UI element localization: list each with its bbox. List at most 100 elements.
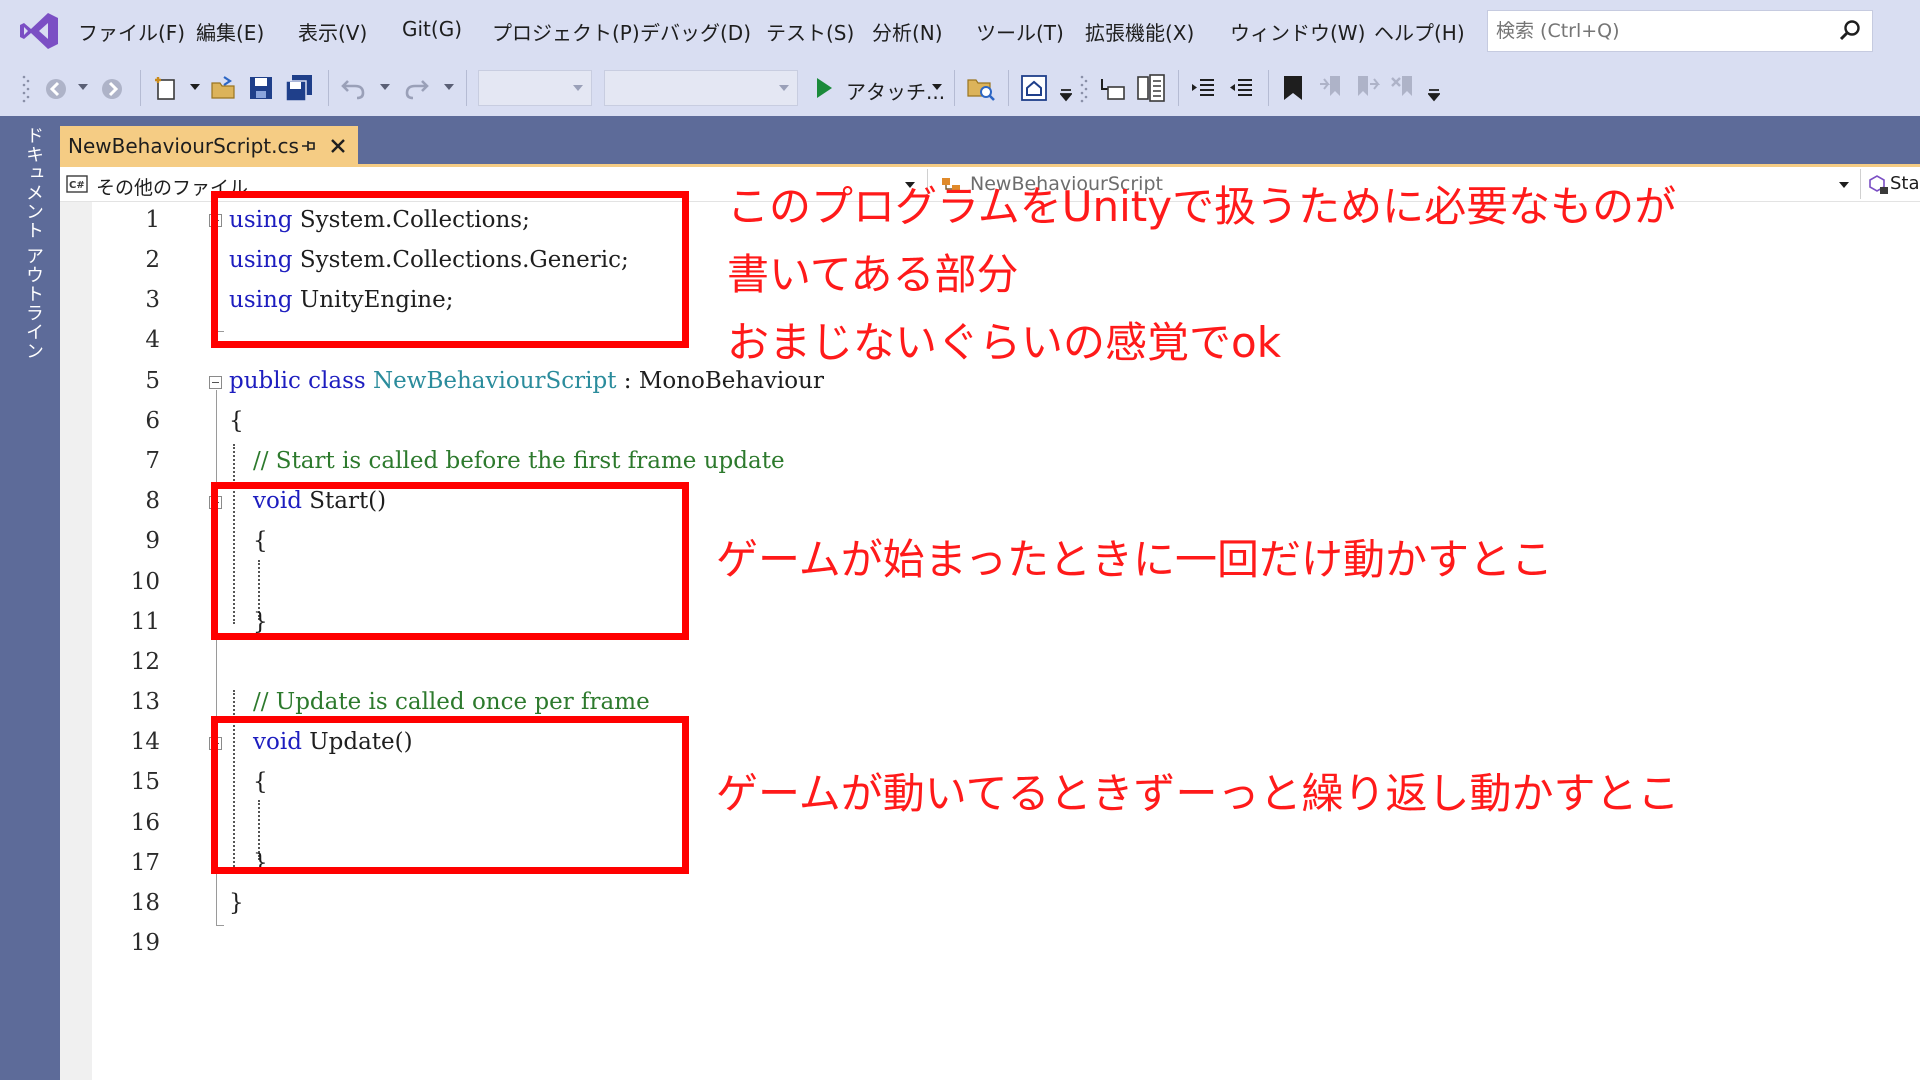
- line-number: 12: [130, 649, 160, 675]
- code-line-18: }: [229, 890, 244, 916]
- toolbar-overflow-icon[interactable]: [1060, 88, 1072, 102]
- attach-button[interactable]: アタッチ...: [846, 76, 945, 105]
- menu-test[interactable]: テスト(S): [766, 17, 854, 46]
- attach-dropdown-icon[interactable]: [932, 84, 942, 92]
- solution-config-dropdown[interactable]: [478, 70, 592, 106]
- toolbar-separator: [1008, 70, 1009, 106]
- redo-dropdown-icon[interactable]: [444, 84, 454, 92]
- line-number: 1: [145, 207, 160, 233]
- menu-help[interactable]: ヘルプ(H): [1374, 17, 1465, 46]
- toolbar-separator: [328, 70, 329, 106]
- menu-git[interactable]: Git(G): [402, 17, 462, 41]
- pin-icon[interactable]: [298, 136, 318, 156]
- menu-file[interactable]: ファイル(F): [78, 17, 185, 46]
- menu-window[interactable]: ウィンドウ(W): [1230, 17, 1365, 46]
- line-number: 2: [145, 247, 160, 273]
- line-number: 8: [145, 488, 160, 514]
- undo-icon[interactable]: [340, 75, 366, 101]
- toolbar-separator: [1268, 70, 1269, 106]
- menu-edit[interactable]: 編集(E): [196, 17, 264, 46]
- visual-studio-logo-icon[interactable]: [18, 11, 60, 51]
- line-number: 13: [130, 689, 160, 715]
- find-in-files-icon[interactable]: [966, 74, 996, 102]
- document-tab-title[interactable]: NewBehaviourScript.cs: [68, 134, 299, 158]
- toolbar-separator: [1178, 70, 1179, 106]
- save-icon[interactable]: [248, 75, 274, 101]
- line-number: 11: [130, 609, 160, 635]
- vs-window: ファイル(F) 編集(E) 表示(V) Git(G) プロジェクト(P) デバッ…: [0, 0, 1920, 1080]
- class-name: NewBehaviourScript: [365, 368, 617, 394]
- document-tab[interactable]: NewBehaviourScript.cs: [60, 126, 358, 164]
- search-input[interactable]: [1496, 17, 1816, 45]
- document-outline-tab[interactable]: ドキュメント アウトライン: [14, 126, 46, 361]
- line-number: 4: [145, 327, 160, 353]
- start-icon[interactable]: [814, 76, 834, 100]
- outline-guide: [216, 925, 224, 926]
- redo-icon[interactable]: [404, 75, 430, 101]
- toolbar-separator: [466, 70, 467, 106]
- solution-explorer-icon[interactable]: [1136, 73, 1166, 103]
- close-icon[interactable]: [328, 136, 348, 156]
- next-bookmark-icon[interactable]: [1354, 74, 1380, 100]
- menu-view[interactable]: 表示(V): [298, 17, 367, 46]
- clear-bookmarks-icon[interactable]: [1390, 74, 1416, 100]
- line-number: 6: [145, 408, 160, 434]
- line-number: 16: [130, 810, 160, 836]
- line-number: 9: [145, 528, 160, 554]
- menu-debug[interactable]: デバッグ(D): [640, 17, 751, 46]
- home-icon[interactable]: [1020, 74, 1048, 102]
- toolbar-separator: [954, 70, 955, 106]
- toolbar-grip-icon[interactable]: [22, 74, 30, 104]
- new-item-dropdown-icon[interactable]: [190, 84, 200, 92]
- indent-icon[interactable]: [1228, 76, 1254, 100]
- editor-gutter: [60, 202, 92, 1080]
- chevron-down-icon[interactable]: [1839, 182, 1849, 188]
- save-all-icon[interactable]: [284, 73, 314, 103]
- collapse-class-icon[interactable]: [209, 376, 222, 389]
- forward-icon[interactable]: [100, 77, 124, 101]
- using-note-line-3: おまじないぐらいの感覚でok: [727, 318, 1282, 367]
- line-number: 5: [145, 368, 160, 394]
- search-box[interactable]: [1487, 10, 1873, 52]
- back-icon[interactable]: [44, 77, 68, 101]
- using-note-line-1: このプログラムをUnityで扱うために必要なものが: [727, 182, 1677, 231]
- member-dropdown[interactable]: Start(): [1866, 167, 1920, 201]
- solution-platform-dropdown[interactable]: [604, 70, 798, 106]
- keyword: public class: [229, 368, 366, 394]
- open-folder-icon[interactable]: [210, 75, 238, 101]
- toolbar: アタッチ...: [0, 62, 1920, 116]
- menu-analyze[interactable]: 分析(N): [872, 17, 943, 46]
- search-icon[interactable]: [1838, 19, 1862, 43]
- code-text: : MonoBehaviour: [616, 368, 824, 394]
- outdent-icon[interactable]: [1190, 76, 1216, 100]
- menu-extensions[interactable]: 拡張機能(X): [1085, 17, 1194, 46]
- nav-divider: [1860, 169, 1861, 199]
- svg-text:C#: C#: [69, 180, 85, 191]
- step-into-icon[interactable]: [1098, 75, 1126, 103]
- menu-project[interactable]: プロジェクト(P): [492, 17, 640, 46]
- previous-bookmark-icon[interactable]: [1318, 74, 1344, 100]
- toolbar-overflow-icon[interactable]: [1428, 88, 1440, 102]
- toolbar-grip-icon[interactable]: [1080, 74, 1088, 104]
- csharp-file-icon: C#: [66, 175, 88, 193]
- line-number: 10: [130, 569, 160, 595]
- using-note-line-2: 書いてある部分: [727, 250, 1019, 299]
- back-dropdown-icon[interactable]: [78, 84, 88, 92]
- start-highlight-box: [211, 482, 689, 640]
- bookmark-icon[interactable]: [1282, 74, 1304, 102]
- start-note: ゲームが始まったときに一回だけ動かすとこ: [716, 535, 1554, 584]
- undo-dropdown-icon[interactable]: [380, 84, 390, 92]
- code-line-6: {: [229, 408, 244, 434]
- using-highlight-box: [211, 191, 689, 348]
- line-number: 17: [130, 850, 160, 876]
- line-number: 14: [130, 729, 160, 755]
- new-item-icon[interactable]: [152, 74, 180, 102]
- line-number: 3: [145, 287, 160, 313]
- update-highlight-box: [211, 716, 689, 874]
- menu-tools[interactable]: ツール(T): [976, 17, 1064, 46]
- line-number: 19: [130, 930, 160, 956]
- code-comment: // Start is called before the first fram…: [253, 448, 785, 474]
- update-note: ゲームが動いてるときずーっと繰り返し動かすとこ: [716, 769, 1680, 818]
- line-number: 15: [130, 769, 160, 795]
- line-number: 7: [145, 448, 160, 474]
